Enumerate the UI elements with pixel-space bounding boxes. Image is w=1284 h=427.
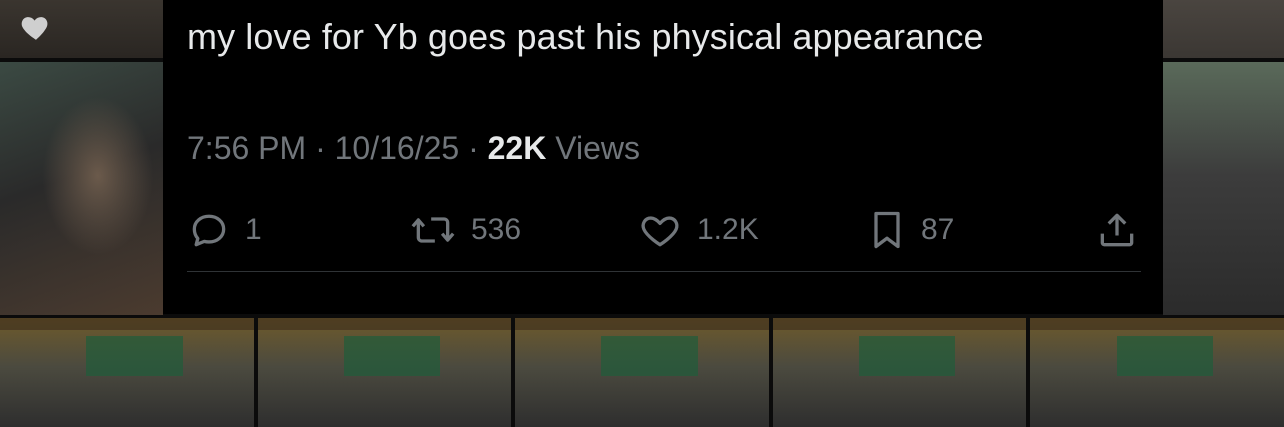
- reply-icon: [192, 214, 226, 247]
- photo-thumbnail[interactable]: [257, 318, 512, 427]
- heart-icon[interactable]: [19, 10, 53, 44]
- tweet-actions: 1 536 1.2K 87: [187, 205, 1139, 255]
- photo-thumbnail[interactable]: [515, 318, 769, 427]
- meta-separator: ·: [315, 130, 326, 166]
- views-label: Views: [555, 130, 640, 166]
- repost-button[interactable]: 536: [409, 205, 521, 255]
- background-photo-left: [0, 62, 163, 315]
- background-photo-top-right: [1163, 0, 1284, 58]
- meta-separator: ·: [468, 130, 479, 166]
- bookmark-count: 87: [921, 213, 955, 246]
- repost-count: 536: [471, 213, 522, 246]
- like-button[interactable]: 1.2K: [637, 205, 759, 255]
- tweet-meta: 7:56 PM · 10/16/25 · 22K Views: [187, 130, 640, 167]
- reply-count: 1: [245, 213, 262, 246]
- screenshot-root: my love for Yb goes past his physical ap…: [0, 0, 1284, 427]
- reply-button[interactable]: 1: [187, 205, 262, 255]
- like-count: 1.2K: [697, 213, 759, 246]
- bookmark-button[interactable]: 87: [867, 205, 954, 255]
- tweet-time[interactable]: 7:56 PM: [187, 130, 306, 166]
- photo-thumbnail[interactable]: [772, 318, 1027, 427]
- photo-thumbnail-strip: [0, 318, 1284, 427]
- tweet-divider: [187, 271, 1141, 272]
- repost-icon: [411, 217, 455, 243]
- tweet-text: my love for Yb goes past his physical ap…: [187, 16, 984, 57]
- background-photo-right: [1163, 62, 1284, 315]
- share-button[interactable]: [1095, 205, 1139, 255]
- share-icon: [1100, 213, 1134, 247]
- like-icon: [641, 216, 679, 247]
- bookmark-icon: [874, 211, 900, 249]
- photo-thumbnail[interactable]: [0, 318, 254, 427]
- tweet-date[interactable]: 10/16/25: [335, 130, 460, 166]
- tweet-card: my love for Yb goes past his physical ap…: [163, 0, 1163, 314]
- views-count: 22K: [487, 130, 547, 166]
- photo-thumbnail[interactable]: [1030, 318, 1284, 427]
